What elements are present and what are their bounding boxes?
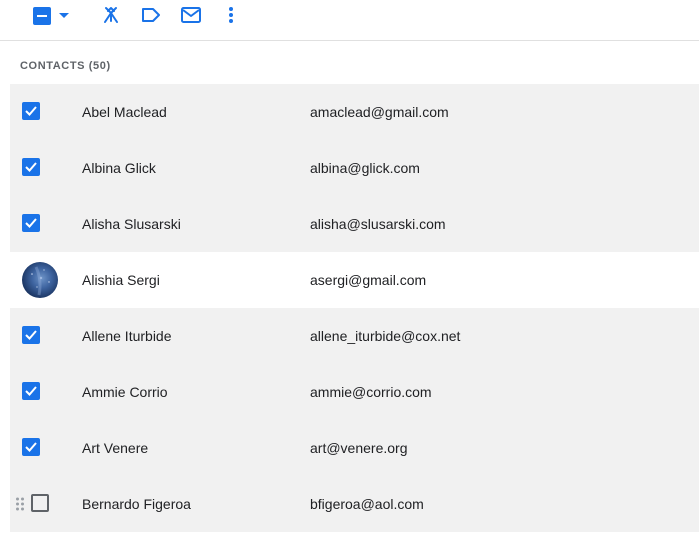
checked-icon bbox=[22, 438, 40, 456]
row-checkbox[interactable] bbox=[22, 158, 42, 178]
checked-icon bbox=[22, 214, 40, 232]
row-checkbox[interactable] bbox=[22, 326, 42, 346]
avatar[interactable] bbox=[22, 262, 58, 298]
label-button[interactable] bbox=[140, 4, 162, 26]
contact-email: alisha@slusarski.com bbox=[310, 216, 446, 232]
contact-name: Abel Maclead bbox=[82, 104, 167, 120]
select-all-checkbox[interactable] bbox=[32, 6, 52, 26]
row-checkbox[interactable] bbox=[22, 438, 42, 458]
email-button[interactable] bbox=[179, 4, 203, 26]
avatar-image-icon bbox=[31, 266, 50, 296]
contact-email: art@venere.org bbox=[310, 440, 408, 456]
contact-name: Art Venere bbox=[82, 440, 149, 456]
section-title: CONTACTS bbox=[20, 60, 86, 72]
contact-name: Albina Glick bbox=[82, 160, 156, 176]
contacts-list: Abel Maclead amaclead@gmail.com Albina G… bbox=[10, 84, 699, 532]
contact-name: Alisha Slusarski bbox=[82, 216, 181, 232]
select-dropdown-button[interactable] bbox=[56, 8, 72, 24]
row-checkbox[interactable] bbox=[31, 494, 51, 514]
more-options-button[interactable] bbox=[222, 4, 240, 26]
contact-email: amaclead@gmail.com bbox=[310, 104, 449, 120]
contact-name: Bernardo Figeroa bbox=[82, 496, 191, 512]
contact-email: asergi@gmail.com bbox=[310, 272, 427, 288]
contact-row[interactable]: Allene Iturbide allene_iturbide@cox.net bbox=[10, 308, 699, 364]
unchecked-box-icon bbox=[31, 494, 49, 512]
contact-row[interactable]: Alisha Slusarski alisha@slusarski.com bbox=[10, 196, 699, 252]
email-icon bbox=[181, 7, 201, 23]
merge-button[interactable] bbox=[100, 4, 122, 26]
contact-email: albina@glick.com bbox=[310, 160, 420, 176]
drag-handle-icon[interactable] bbox=[15, 496, 25, 512]
checked-icon bbox=[22, 158, 40, 176]
contact-name: Ammie Corrio bbox=[82, 384, 168, 400]
contact-name: Allene Iturbide bbox=[82, 328, 172, 344]
contact-row[interactable]: Ammie Corrio ammie@corrio.com bbox=[10, 364, 699, 420]
contact-row[interactable]: Art Venere art@venere.org bbox=[10, 420, 699, 476]
select-all-checkbox-icon bbox=[33, 7, 51, 25]
more-vert-icon bbox=[229, 7, 233, 23]
contact-email: ammie@corrio.com bbox=[310, 384, 432, 400]
checked-icon bbox=[22, 382, 40, 400]
contact-email: bfigeroa@aol.com bbox=[310, 496, 424, 512]
label-icon bbox=[142, 8, 160, 22]
contact-email: allene_iturbide@cox.net bbox=[310, 328, 461, 344]
toolbar bbox=[0, 0, 699, 41]
contact-row[interactable]: Alishia Sergi asergi@gmail.com bbox=[10, 252, 699, 308]
contact-row[interactable]: Abel Maclead amaclead@gmail.com bbox=[10, 84, 699, 140]
checked-icon bbox=[22, 326, 40, 344]
checked-icon bbox=[22, 102, 40, 120]
contacts-section-header: CONTACTS (50) bbox=[20, 60, 111, 72]
merge-icon bbox=[104, 7, 118, 23]
contacts-count: (50) bbox=[88, 60, 111, 72]
row-checkbox[interactable] bbox=[22, 214, 42, 234]
dropdown-arrow-icon bbox=[59, 13, 69, 18]
row-checkbox[interactable] bbox=[22, 102, 42, 122]
contact-row[interactable]: Bernardo Figeroa bfigeroa@aol.com bbox=[10, 476, 699, 532]
contact-name: Alishia Sergi bbox=[82, 272, 160, 288]
contact-row[interactable]: Albina Glick albina@glick.com bbox=[10, 140, 699, 196]
row-checkbox[interactable] bbox=[22, 382, 42, 402]
